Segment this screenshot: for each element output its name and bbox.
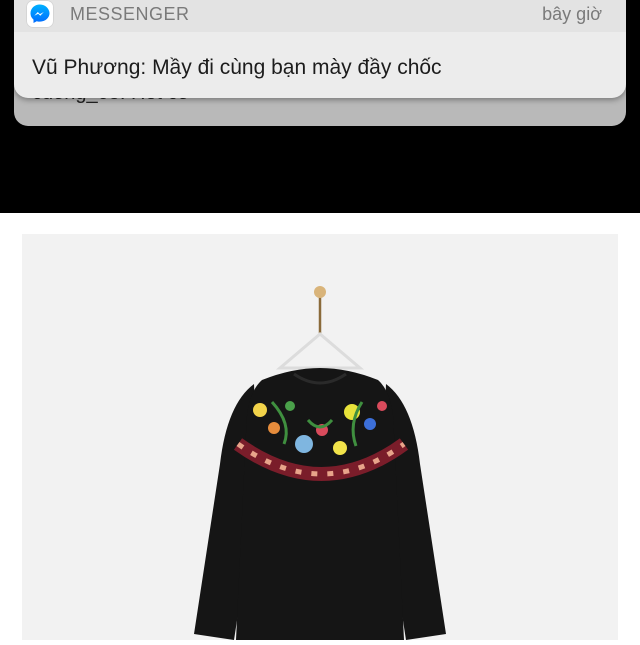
notification-message: Vũ Phương: Mầy đi cùng bạn mày đầy chốc xyxy=(32,56,442,79)
product-photo xyxy=(22,234,618,640)
messenger-icon xyxy=(26,0,54,28)
notification-header: MESSENGER bây giờ xyxy=(14,0,626,32)
notification-app-name: MESSENGER xyxy=(70,4,190,24)
notification-time: bây giờ xyxy=(542,4,602,24)
messenger-notification-banner[interactable]: MESSENGER bây giờ Vũ Phương: Mầy đi cùng… xyxy=(14,0,626,98)
blouse-on-hanger-icon xyxy=(194,286,446,640)
